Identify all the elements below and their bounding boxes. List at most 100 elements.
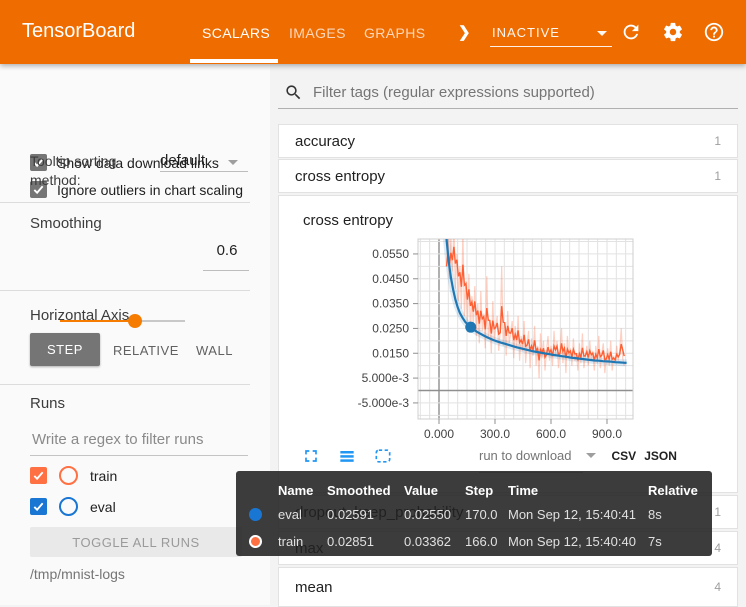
tag-name: mean bbox=[295, 578, 333, 596]
status-dropdown[interactable]: INACTIVE bbox=[492, 25, 560, 40]
tooltip-row-train: train 0.02851 0.03362 166.0 Mon Sep 12, … bbox=[236, 528, 712, 555]
checkbox-icon[interactable] bbox=[30, 467, 47, 484]
chevron-down-icon[interactable] bbox=[228, 160, 238, 165]
col-relative: Relative bbox=[648, 482, 698, 498]
divider bbox=[0, 202, 250, 203]
divider bbox=[0, 384, 250, 385]
axis-button-wall[interactable]: WALL bbox=[196, 343, 233, 358]
svg-text:0.0350: 0.0350 bbox=[372, 297, 409, 311]
chevron-down-icon[interactable] bbox=[585, 453, 596, 458]
svg-text:0.0250: 0.0250 bbox=[372, 321, 409, 335]
app-title: TensorBoard bbox=[22, 20, 136, 42]
runs-label: Runs bbox=[30, 395, 66, 412]
tag-count-badge: 1 bbox=[714, 169, 721, 183]
tag-count-badge: 4 bbox=[714, 541, 721, 555]
relative-value: 8s bbox=[648, 507, 662, 522]
refresh-icon[interactable] bbox=[620, 21, 642, 43]
cross-entropy-chart-card: 0.0550 0.0450 0.0350 0.0250 0.0150 5.000e-3 -5… bbox=[278, 195, 738, 493]
svg-text:0.0150: 0.0150 bbox=[372, 346, 409, 360]
checkbox-icon[interactable] bbox=[30, 498, 47, 515]
runs-filter-input[interactable] bbox=[30, 430, 239, 449]
raw-value: 0.02550 bbox=[404, 507, 451, 522]
expand-icon[interactable] bbox=[301, 446, 321, 466]
tab-images[interactable]: IMAGES bbox=[289, 25, 346, 41]
chart-hover-tooltip: Name Smoothed Value Step Time Relative e… bbox=[236, 471, 712, 556]
smoothing-value-underline bbox=[203, 270, 249, 271]
tag-name: cross entropy bbox=[295, 167, 386, 185]
tooltip-header-row: Name Smoothed Value Step Time Relative bbox=[236, 479, 712, 501]
train-series-dot-icon bbox=[249, 535, 262, 548]
chevron-down-icon[interactable] bbox=[597, 31, 607, 36]
axis-button-step[interactable]: STEP bbox=[30, 333, 100, 366]
smoothed-value: 0.02591 bbox=[327, 507, 374, 522]
svg-text:-5.000e-3: -5.000e-3 bbox=[358, 396, 410, 410]
active-tab-indicator bbox=[190, 59, 278, 63]
radio-icon[interactable] bbox=[59, 466, 78, 485]
app-header: TensorBoard SCALARS IMAGES GRAPHS ❯ INAC… bbox=[0, 0, 746, 64]
horizontal-axis-label: Horizontal Axis bbox=[30, 307, 130, 324]
runs-filter-underline bbox=[30, 455, 248, 456]
tag-row-cross-entropy[interactable]: cross entropy 1 bbox=[278, 159, 738, 193]
tag-filter-underline bbox=[278, 108, 738, 109]
tab-overflow-chevron-icon[interactable]: ❯ bbox=[458, 23, 471, 41]
tooltip-sorting-dropdown[interactable]: default bbox=[160, 152, 205, 169]
svg-text:0.0450: 0.0450 bbox=[372, 272, 409, 286]
chart-toolbar bbox=[301, 446, 393, 466]
svg-text:5.000e-3: 5.000e-3 bbox=[362, 371, 410, 385]
smoothed-value: 0.02851 bbox=[327, 534, 374, 549]
data-table-icon[interactable] bbox=[337, 446, 357, 466]
time-value: Mon Sep 12, 15:40:41 bbox=[508, 507, 636, 522]
help-icon[interactable] bbox=[703, 21, 725, 43]
relative-value: 7s bbox=[648, 534, 662, 549]
smoothing-value-input[interactable]: 0.6 bbox=[205, 242, 249, 259]
tag-count-badge: 4 bbox=[714, 580, 721, 594]
smoothing-slider-thumb[interactable] bbox=[128, 314, 142, 328]
tag-count-badge: 1 bbox=[714, 505, 721, 519]
col-step: Step bbox=[465, 482, 494, 498]
tooltip-row-eval: eval 0.02591 0.02550 170.0 Mon Sep 12, 1… bbox=[236, 501, 712, 528]
toggle-all-runs-button[interactable]: TOGGLE ALL RUNS bbox=[30, 527, 242, 557]
tab-scalars[interactable]: SCALARS bbox=[202, 25, 270, 41]
tag-row-accuracy[interactable]: accuracy 1 bbox=[278, 124, 738, 158]
tag-name: accuracy bbox=[295, 132, 356, 150]
svg-text:0.0550: 0.0550 bbox=[372, 247, 409, 261]
run-to-download-row: run to download CSV JSON bbox=[479, 448, 677, 463]
col-value: Value bbox=[404, 482, 438, 498]
tag-row-mean[interactable]: mean 4 bbox=[278, 567, 738, 607]
svg-text:300.0: 300.0 bbox=[480, 427, 510, 441]
status-dropdown-underline bbox=[490, 46, 612, 47]
run-label: eval bbox=[90, 498, 116, 515]
divider bbox=[0, 290, 250, 291]
time-value: Mon Sep 12, 15:40:40 bbox=[508, 534, 636, 549]
search-icon bbox=[286, 84, 301, 99]
axis-button-relative[interactable]: RELATIVE bbox=[113, 343, 179, 358]
tag-count-badge: 1 bbox=[714, 134, 721, 148]
run-name: train bbox=[278, 534, 304, 549]
step-value: 166.0 bbox=[465, 534, 498, 549]
run-row-train[interactable]: train bbox=[30, 466, 117, 485]
col-time: Time bbox=[508, 482, 539, 498]
run-name: eval bbox=[278, 507, 302, 522]
tag-filter-row bbox=[278, 76, 738, 108]
tooltip-sorting-label: Tooltip sorting method: bbox=[30, 153, 117, 188]
chart-title: cross entropy bbox=[303, 212, 394, 229]
download-csv-link[interactable]: CSV bbox=[612, 449, 637, 463]
eval-series-dot-icon bbox=[249, 508, 262, 521]
svg-text:600.0: 600.0 bbox=[536, 427, 566, 441]
dropdown-underline bbox=[160, 171, 248, 172]
tag-filter-input[interactable] bbox=[311, 82, 738, 102]
step-value: 170.0 bbox=[465, 507, 498, 522]
gear-icon[interactable] bbox=[662, 21, 684, 43]
fit-domain-icon[interactable] bbox=[373, 446, 393, 466]
svg-text:0.000: 0.000 bbox=[424, 427, 454, 441]
run-row-eval[interactable]: eval bbox=[30, 497, 116, 516]
settings-sidebar: Show data download links Ignore outliers… bbox=[0, 64, 270, 605]
col-smoothed: Smoothed bbox=[327, 482, 391, 498]
svg-text:900.0: 900.0 bbox=[592, 427, 622, 441]
tab-graphs[interactable]: GRAPHS bbox=[364, 25, 426, 41]
download-json-link[interactable]: JSON bbox=[644, 449, 677, 463]
radio-icon[interactable] bbox=[59, 497, 78, 516]
log-directory: /tmp/mnist-logs bbox=[30, 566, 125, 582]
run-to-download-dropdown[interactable]: run to download bbox=[479, 448, 572, 463]
col-name: Name bbox=[278, 482, 314, 498]
